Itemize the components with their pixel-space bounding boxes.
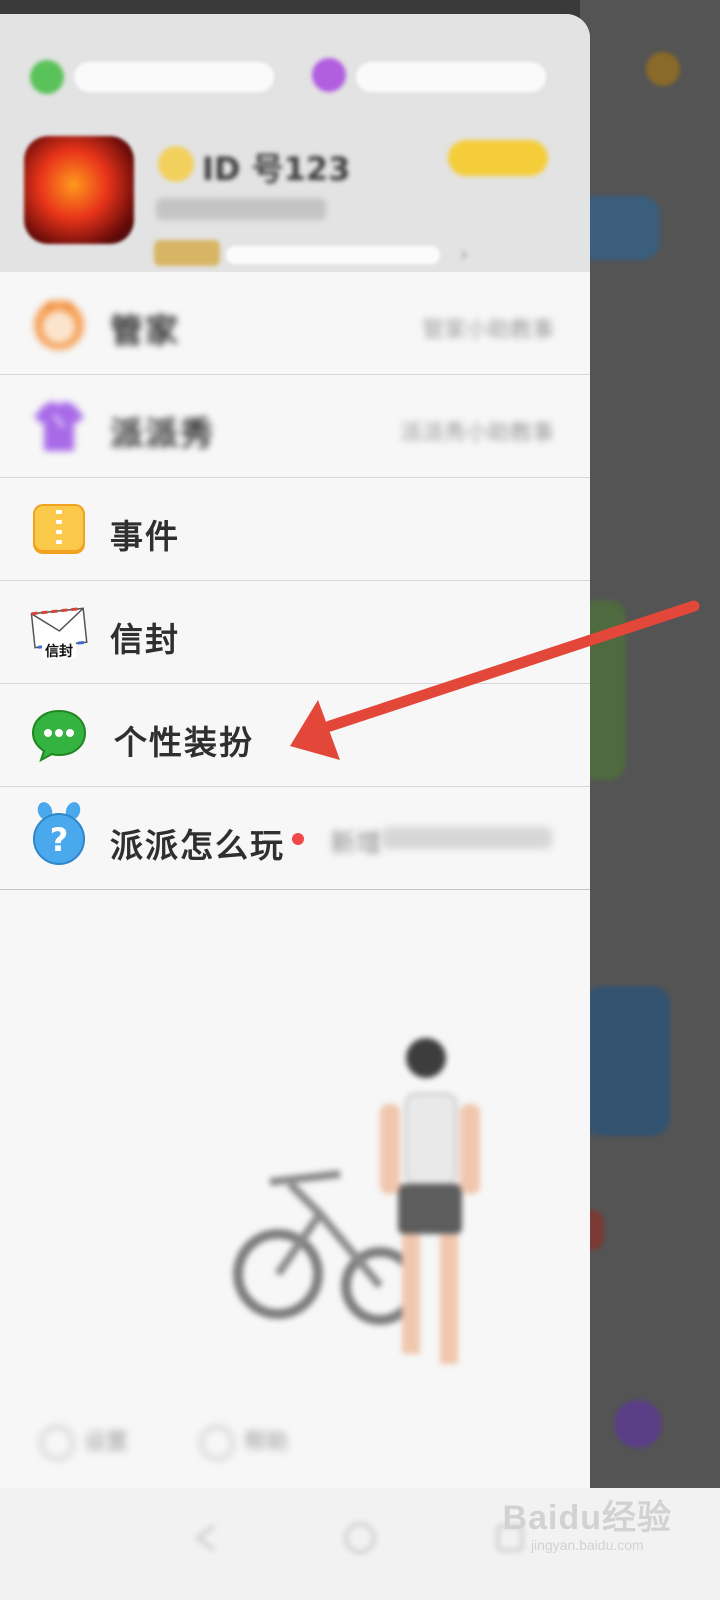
annotation-arrow	[290, 600, 700, 760]
watermark-main: Baidu经验	[502, 1499, 672, 1537]
nav-home-icon[interactable]	[340, 1518, 380, 1558]
watermark-sub: jingyan.baidu.com	[530, 1537, 644, 1553]
baidu-watermark: Baidu经验 jingyan.baidu.com	[503, 1490, 672, 1553]
nav-back-icon[interactable]	[186, 1518, 226, 1558]
